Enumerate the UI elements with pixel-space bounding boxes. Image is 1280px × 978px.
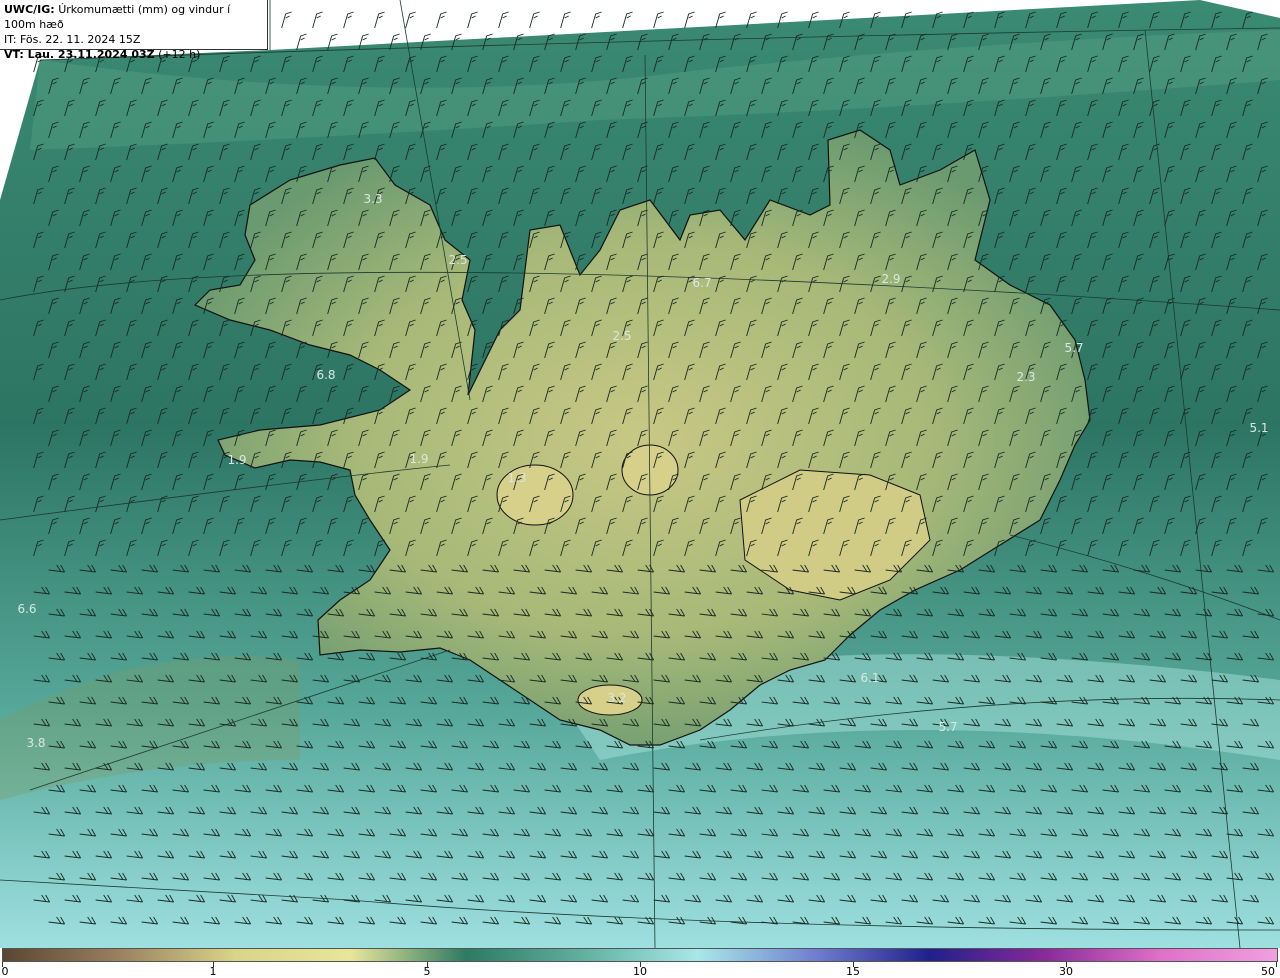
forecast-offset: (+12 h) [158,48,201,61]
value-label: 1.3 [507,471,527,485]
valid-time-line: VT: Lau. 23.11.2024 03Z (+12 h) [4,47,263,62]
colorbar-tick-label: 0 [1,965,9,978]
colorbar-tick-label: 1 [209,965,217,978]
value-label: 1.9 [227,453,247,467]
value-label: 6.7 [692,276,712,290]
colorbar-strip [2,948,1278,962]
forecast-map [0,0,1280,948]
value-label: 5.7 [1064,341,1084,355]
value-label: 6.6 [17,602,37,616]
value-label: 2.9 [881,272,901,286]
value-label: 6.8 [316,368,336,382]
colorbar-tick-label: 30 [1059,965,1073,978]
colorbar-tick-label: 15 [846,965,860,978]
value-label: 3.3 [363,192,383,206]
value-label: 2.5 [612,329,632,343]
value-label: 5.1 [1249,421,1269,435]
value-label: 2.5 [448,253,468,267]
value-label: 6.1 [860,671,880,685]
colorbar-tick-label: 50 [1261,965,1275,978]
value-label: 3.2 [607,691,627,705]
colorbar-tick-label: 10 [633,965,647,978]
colorbar-tick-label: 5 [423,965,431,978]
value-label: 3.8 [26,736,46,750]
valid-time: VT: Lau. 23.11.2024 03Z [4,48,155,61]
title-line: UWC/IG: Úrkomumætti (mm) og vindur í 100… [4,2,263,32]
map-info-box: UWC/IG: Úrkomumætti (mm) og vindur í 100… [0,0,268,61]
value-label: 5.7 [938,720,958,734]
value-label: 2.3 [1016,370,1036,384]
issue-time: IT: Fös. 22. 11. 2024 15Z [4,33,141,46]
colorbar: 0 1 5 10 15 30 50 [0,948,1280,978]
product-code: UWC/IG: [4,3,55,16]
colorbar-tick-mark [1276,962,1277,967]
value-label: 1.9 [409,452,429,466]
